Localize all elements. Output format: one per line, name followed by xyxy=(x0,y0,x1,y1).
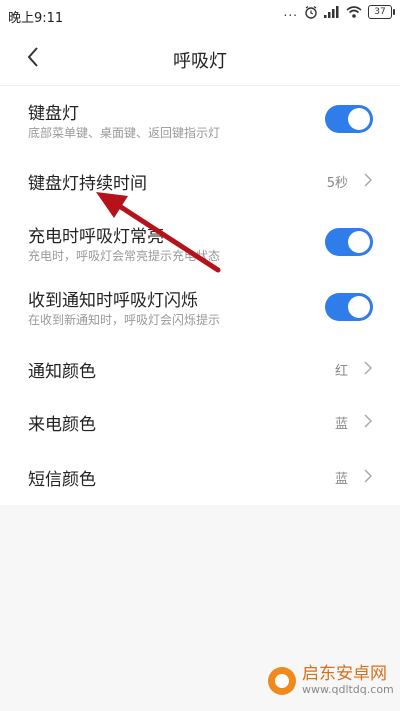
charging-light-toggle[interactable] xyxy=(325,228,373,256)
chevron-right-icon xyxy=(364,361,373,375)
watermark-name: 启东安卓网 xyxy=(302,664,387,684)
wifi-icon xyxy=(346,6,362,18)
chevron-right-icon xyxy=(364,173,373,187)
watermark-url: www.qdltdq.com xyxy=(302,683,394,696)
more-dots-icon: ... xyxy=(283,5,298,19)
setting-row-charging-light: 充电时呼吸灯常亮 充电时，呼吸灯会常亮提示充电状态 xyxy=(0,208,400,275)
setting-value: 蓝 xyxy=(334,472,348,487)
setting-title: 收到通知时呼吸灯闪烁 xyxy=(28,291,198,311)
setting-title: 来电颜色 xyxy=(28,415,96,435)
setting-title: 键盘灯持续时间 xyxy=(28,174,147,194)
notification-blink-toggle[interactable] xyxy=(325,293,373,321)
site-watermark: 启东安卓网 www.qdltdq.com xyxy=(268,665,394,696)
chevron-right-icon xyxy=(364,414,373,428)
status-bar: 晚上9:11 ... 37 xyxy=(0,0,400,30)
toggle-knob xyxy=(348,231,370,253)
setting-row-keyboard-light: 键盘灯 底部菜单键、桌面键、返回键指示灯 xyxy=(0,86,400,153)
keyboard-light-toggle[interactable] xyxy=(325,105,373,133)
toggle-knob xyxy=(348,108,370,130)
chevron-right-icon xyxy=(364,469,373,483)
setting-title: 短信颜色 xyxy=(28,470,96,490)
toggle-knob xyxy=(348,296,370,318)
status-time: 晚上9:11 xyxy=(8,11,64,26)
setting-row-notification-color[interactable]: 通知颜色 红 xyxy=(0,342,400,395)
signal-icon xyxy=(324,6,339,18)
watermark-logo-icon xyxy=(268,666,296,695)
alarm-clock-icon xyxy=(305,5,317,19)
setting-value: 5秒 xyxy=(326,176,348,191)
setting-value: 红 xyxy=(334,364,348,379)
status-icons: ... 37 xyxy=(283,5,395,19)
setting-row-sms-color[interactable]: 短信颜色 蓝 xyxy=(0,448,400,505)
page-title: 呼吸灯 xyxy=(173,51,227,72)
watermark-text: 启东安卓网 www.qdltdq.com xyxy=(302,665,394,696)
setting-title: 充电时呼吸灯常亮 xyxy=(28,227,164,247)
setting-row-call-color[interactable]: 来电颜色 蓝 xyxy=(0,395,400,448)
setting-subtitle: 底部菜单键、桌面键、返回键指示灯 xyxy=(28,126,221,140)
setting-title: 通知颜色 xyxy=(28,362,96,382)
setting-title: 键盘灯 xyxy=(28,104,79,124)
battery-icon: 37 xyxy=(368,5,395,19)
settings-list: 键盘灯 底部菜单键、桌面键、返回键指示灯 键盘灯持续时间 5秒 充电时呼吸灯常亮… xyxy=(0,86,400,505)
setting-row-keyboard-light-duration[interactable]: 键盘灯持续时间 5秒 xyxy=(0,153,400,208)
setting-subtitle: 充电时，呼吸灯会常亮提示充电状态 xyxy=(28,249,221,263)
setting-subtitle: 在收到新通知时，呼吸灯会闪烁提示 xyxy=(28,313,221,327)
setting-row-notification-blink: 收到通知时呼吸灯闪烁 在收到新通知时，呼吸灯会闪烁提示 xyxy=(0,275,400,342)
header: 呼吸灯 xyxy=(0,30,400,86)
setting-value: 蓝 xyxy=(334,417,348,432)
